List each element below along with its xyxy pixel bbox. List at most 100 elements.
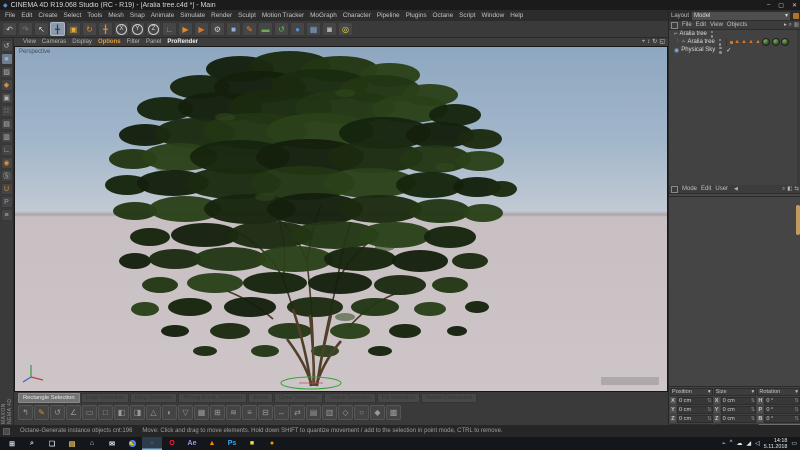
selection-command-button[interactable]: Ring Selection [130,393,177,403]
modeling-tool-icon[interactable]: ◧ [114,405,129,420]
object-label[interactable]: Aralia tree [687,39,714,45]
coordinate-system-toggle[interactable]: ∟ [162,22,177,36]
menu-item[interactable]: Pipeline [374,12,403,19]
menu-item[interactable]: File [2,12,18,19]
menu-item[interactable]: MoGraph [307,12,340,19]
menu-item[interactable]: Simulate [177,12,208,19]
selection-command-button[interactable]: Grow Selection [274,393,323,403]
modeling-tool-icon[interactable]: ≋ [226,405,241,420]
onedrive-icon[interactable]: ☁ [736,440,742,447]
workplane-mode-button[interactable]: ◆ [1,79,13,91]
menu-item[interactable]: Select [61,12,85,19]
pan-view-tool[interactable]: + [642,38,646,46]
modeling-tool-icon[interactable]: ⊟ [258,405,273,420]
modeling-tool-icon[interactable]: ⇄ [290,405,305,420]
layer-button[interactable]: P [1,196,13,208]
hidden-icons-button[interactable]: ^ [730,440,733,447]
modeling-tool-icon[interactable]: ◐ [162,405,177,420]
modeling-tool-icon[interactable]: ≡ [242,405,257,420]
rotation-p-field[interactable]: 0 °⇅ [764,406,800,414]
history-back-icon[interactable]: ◀ [734,186,738,192]
lock-z-axis-button[interactable]: Z [146,22,161,36]
modeling-tool-icon[interactable]: □ [98,405,113,420]
modeling-tool-icon[interactable]: ▭ [82,405,97,420]
modeling-tool-icon[interactable]: △ [146,405,161,420]
visibility-toggles[interactable] [719,47,722,54]
selection-command-button[interactable]: Select Connected [421,393,477,403]
opera-button[interactable]: O [162,437,182,450]
modeling-tool-icon[interactable]: ◇ [338,405,353,420]
menu-item[interactable]: Tools [84,12,105,19]
material-tag-icon[interactable] [781,38,789,46]
minimize-button[interactable]: – [767,2,770,9]
last-used-tool[interactable]: ╋ [98,22,113,36]
modeling-tool-icon[interactable]: ↰ [18,405,33,420]
objects-menu-item[interactable]: View [708,22,725,28]
simulate-button[interactable]: ● [290,22,305,36]
objects-menu-item[interactable]: File [680,22,694,28]
rotation-header-dropdown[interactable]: Rotation▾ [757,388,800,396]
menu-item[interactable]: Window [478,12,507,19]
menu-item[interactable]: Animate [148,12,177,19]
vlc-button[interactable]: ▲ [202,437,222,450]
move-tool[interactable]: ╋ [50,22,65,36]
dolly-view-tool[interactable]: ↕ [647,38,650,46]
menu-item[interactable]: Mesh [105,12,127,19]
selection-command-button[interactable]: Shrink Selection [324,393,376,403]
make-editable-button[interactable]: ↺ [1,40,13,52]
enabled-check-icon[interactable]: ✓ [726,47,731,54]
layout-dropdown[interactable]: Model ▾ [691,11,791,21]
objects-search-icon[interactable]: ⌕ [789,22,792,29]
modeling-tool-icon[interactable]: ⊞ [210,405,225,420]
lock-x-axis-button[interactable]: X [114,22,129,36]
workplane-button[interactable]: ∟ [1,144,13,156]
texture-mode-button[interactable]: ▨ [1,66,13,78]
warning-tag-icon[interactable]: ▲ [755,38,760,46]
layer-alt-button[interactable]: ≡ [1,209,13,221]
objects-filter-icon[interactable]: ▥ [794,22,799,29]
menu-item[interactable]: Render [208,12,235,19]
chrome-button[interactable]: ● [122,437,142,450]
render-settings-button[interactable]: ⚙ [210,22,225,36]
tag-dot-icon[interactable] [730,41,733,44]
task-view-button[interactable]: ❏ [42,437,62,450]
tray-extra-icon[interactable]: ⌁ [722,440,726,447]
attributes-history-icon[interactable]: ⇆ [794,186,799,193]
rotation-b-field[interactable]: 0 °⇅ [764,415,800,423]
add-camera-button[interactable]: ◙ [322,22,337,36]
photoshop-button[interactable]: Ps [222,437,242,450]
panel-menu-arrow-icon[interactable]: ▸ [784,22,787,29]
attributes-search-icon[interactable]: ⌕ [782,186,785,193]
viewport-menu-item[interactable]: ProRender [164,39,201,45]
modeling-tool-icon[interactable]: ↺ [50,405,65,420]
menu-item[interactable]: Snap [127,12,148,19]
add-primitive-button[interactable]: ■ [226,22,241,36]
render-view-button[interactable]: ▶ [178,22,193,36]
magnet-snap-button[interactable]: U [1,183,13,195]
warning-tag-icon[interactable]: ▲ [734,38,739,46]
store-button[interactable]: ⌂ [82,437,102,450]
object-axis-mode-button[interactable]: ▣ [1,92,13,104]
volume-icon[interactable]: ◁ [755,440,760,447]
polygons-mode-button[interactable]: ▥ [1,131,13,143]
snap-button[interactable]: Ⓢ [1,170,13,182]
object-label[interactable]: Aralia tree [680,31,707,37]
attributes-menu-item[interactable]: Mode [680,186,699,192]
attributes-menu-item[interactable]: Edit [699,186,713,192]
action-center-button[interactable]: ▭ [791,440,797,447]
mail-button[interactable]: ✉ [102,437,122,450]
menu-item[interactable]: Sculpt [235,12,259,19]
edges-mode-button[interactable]: ▤ [1,118,13,130]
menu-item[interactable]: Script [456,12,478,19]
material-tag-icon[interactable] [762,38,770,46]
position-header-dropdown[interactable]: Position▾ [670,388,713,396]
modeling-tool-icon[interactable]: ↔ [274,405,289,420]
taskbar-clock[interactable]: 14:18 5.11.2018 [764,438,788,450]
modeling-tool-icon[interactable]: ▤ [306,405,321,420]
object-row-aralia-tree-parent[interactable]: ⌐ Aralia tree [669,30,800,38]
modeling-tool-icon[interactable]: ○ [354,405,369,420]
redo-tool[interactable]: ↷ [18,22,33,36]
viewport-solo-button[interactable]: ◉ [1,157,13,169]
render-picture-viewer-button[interactable]: ▶ [194,22,209,36]
viewport-menu-item[interactable]: Options [95,39,124,45]
